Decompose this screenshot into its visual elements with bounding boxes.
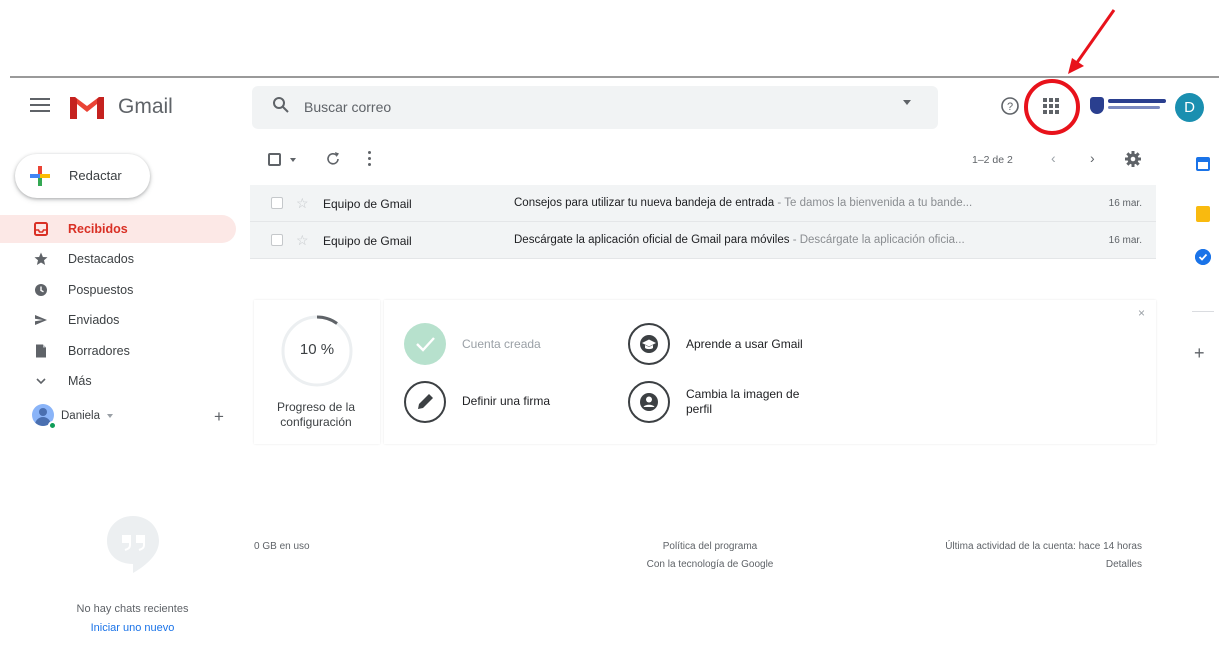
setup-progress-value: 10 % — [299, 341, 335, 358]
select-options-caret-icon[interactable] — [290, 158, 296, 162]
storage-usage: 0 GB en uso — [254, 541, 310, 552]
email-sender: Equipo de Gmail — [323, 234, 412, 248]
email-subject: Consejos para utilizar tu nueva bandeja … — [514, 197, 775, 209]
user-menu-caret-icon[interactable] — [107, 414, 113, 418]
select-all-checkbox[interactable] — [268, 153, 281, 166]
older-page-chevron-left-icon[interactable]: ‹ — [1051, 150, 1056, 166]
star-toggle-icon[interactable]: ☆ — [296, 195, 309, 212]
compose-button[interactable]: Redactar — [15, 154, 150, 198]
setup-tasks-panel — [384, 300, 1156, 444]
compose-plus-icon — [30, 166, 50, 186]
search-options-caret-icon[interactable] — [903, 100, 911, 105]
email-row[interactable]: ☆ Equipo de Gmail Consejos para utilizar… — [250, 185, 1156, 222]
task-set-signature[interactable]: Definir una firma — [462, 394, 550, 408]
tasks-icon[interactable] — [1195, 249, 1211, 265]
side-panel-divider — [1192, 311, 1214, 312]
sidebar-item-label: Enviados — [68, 313, 120, 327]
refresh-icon[interactable] — [324, 150, 342, 168]
more-options-icon[interactable] — [368, 151, 372, 167]
email-date: 16 mar. — [1108, 198, 1142, 209]
email-snippet: - Te damos la bienvenida a tu bande... — [774, 197, 973, 209]
annotation-arrow — [1068, 9, 1116, 74]
help-icon[interactable]: ? — [1000, 96, 1020, 116]
account-avatar[interactable]: D — [1175, 93, 1204, 122]
search-input[interactable] — [304, 97, 864, 117]
task-change-profile-picture[interactable]: Cambia la imagen de perfil — [686, 387, 826, 417]
signature-pencil-icon[interactable] — [404, 381, 446, 423]
email-subject-line: Descárgate la aplicación oficial de Gmai… — [514, 234, 1059, 246]
compose-label: Redactar — [69, 168, 122, 183]
task-learn-gmail[interactable]: Aprende a usar Gmail — [686, 337, 803, 351]
email-subject-line: Consejos para utilizar tu nueva bandeja … — [514, 197, 1059, 209]
calendar-icon[interactable] — [1196, 157, 1210, 171]
no-chats-text: No hay chats recientes — [76, 603, 189, 615]
app-logo-text: Gmail — [118, 95, 173, 118]
clock-icon — [35, 284, 47, 296]
star-toggle-icon[interactable]: ☆ — [296, 232, 309, 249]
draft-icon — [36, 344, 46, 358]
organization-logo[interactable] — [1088, 95, 1168, 117]
search-icon[interactable] — [272, 96, 290, 114]
pagination-range: 1–2 de 2 — [972, 154, 1013, 166]
email-checkbox[interactable] — [271, 234, 283, 246]
newer-page-chevron-right-icon[interactable]: › — [1090, 150, 1095, 166]
hangouts-icon — [107, 516, 159, 573]
profile-picture-icon[interactable] — [628, 381, 670, 423]
sidebar-item-label: Recibidos — [68, 222, 128, 236]
main-menu-button[interactable] — [30, 98, 50, 114]
email-snippet: - Descárgate la aplicación oficia... — [789, 234, 965, 246]
email-date: 16 mar. — [1108, 235, 1142, 246]
add-chat-icon[interactable]: + — [214, 408, 224, 425]
online-status-icon — [48, 421, 57, 430]
sidebar-item-label: Borradores — [68, 344, 130, 358]
gmail-logo-icon — [70, 97, 104, 119]
email-subject: Descárgate la aplicación oficial de Gmai… — [514, 234, 790, 246]
svg-text:?: ? — [1007, 101, 1013, 113]
last-account-activity: Última actividad de la cuenta: hace 14 h… — [945, 541, 1142, 552]
send-icon — [35, 315, 47, 325]
inbox-icon — [34, 222, 48, 236]
program-policy-link[interactable]: Política del programa — [610, 541, 810, 552]
sidebar-item-label: Destacados — [68, 252, 135, 266]
setup-progress-label: Progreso de la configuración — [276, 400, 356, 429]
email-row[interactable]: ☆ Equipo de Gmail Descárgate la aplicaci… — [250, 222, 1156, 259]
email-sender: Equipo de Gmail — [323, 197, 412, 211]
account-created-check-icon — [404, 323, 446, 365]
sidebar-item-drafts[interactable]: Borradores — [0, 337, 236, 365]
sidebar-item-inbox[interactable]: Recibidos — [0, 215, 236, 243]
sidebar-item-label: Pospuestos — [68, 283, 134, 297]
learn-graduation-cap-icon[interactable] — [628, 323, 670, 365]
powered-by-google: Con la tecnología de Google — [646, 559, 774, 570]
settings-gear-icon[interactable] — [1124, 150, 1142, 168]
email-checkbox[interactable] — [271, 197, 283, 209]
star-icon — [34, 252, 48, 265]
google-apps-icon[interactable] — [1043, 98, 1059, 114]
get-addons-plus-icon[interactable]: + — [1194, 343, 1205, 364]
sidebar-item-sent[interactable]: Enviados — [0, 306, 236, 334]
sidebar-item-more[interactable]: Más — [0, 367, 236, 395]
sidebar-item-snoozed[interactable]: Pospuestos — [0, 276, 236, 304]
task-account-created: Cuenta creada — [462, 337, 541, 351]
hangouts-user-name[interactable]: Daniela — [61, 410, 100, 422]
keep-icon[interactable] — [1196, 206, 1210, 222]
sidebar-item-label: Más — [68, 374, 92, 388]
chevron-down-icon — [36, 378, 46, 385]
close-icon[interactable]: × — [1138, 306, 1145, 320]
activity-details-link[interactable]: Detalles — [860, 559, 1142, 570]
page-divider — [10, 76, 1219, 78]
sidebar-item-starred[interactable]: Destacados — [0, 245, 236, 273]
start-chat-link[interactable]: Iniciar uno nuevo — [40, 622, 225, 634]
